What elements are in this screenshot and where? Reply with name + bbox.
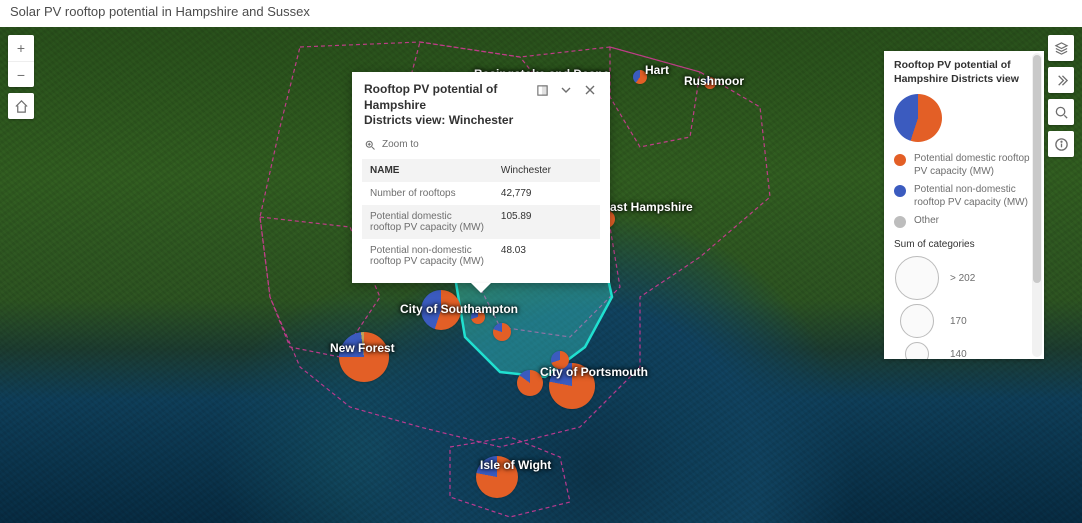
search-icon [1054,105,1069,120]
legend-scrollbar[interactable] [1032,53,1042,357]
zoom-in-button[interactable]: + [8,35,34,61]
legend-size-row: 140 [884,340,1044,359]
attr-name: Number of rooftops [362,182,493,205]
zoom-out-button[interactable]: − [8,61,34,87]
popup-collapse-button[interactable] [558,82,574,98]
popup-col-val: Winchester [493,159,600,182]
attr-name: Potential non-domestic rooftop PV capaci… [362,239,493,273]
district-pie-marker[interactable] [471,310,485,324]
district-pie-marker[interactable] [549,363,595,409]
attr-value: 48.03 [493,239,600,273]
table-row: Potential domestic rooftop PV capacity (… [362,205,600,239]
dock-icon [536,84,549,97]
table-row: Number of rooftops42,779 [362,182,600,205]
attr-value: 42,779 [493,182,600,205]
legend-pie-swatch [894,94,942,142]
popup-col-key: NAME [362,159,493,182]
map-viewport[interactable]: Basingstoke and DeaneHartRushmoorWinches… [0,27,1082,523]
legend-swatch-other [894,216,906,228]
district-pie-marker[interactable] [339,332,389,382]
popup-pointer [471,283,491,293]
district-pie-marker[interactable] [633,70,647,84]
home-button[interactable] [8,93,34,119]
legend-size-circle [895,256,939,300]
legend-size-label: 170 [950,316,967,327]
feature-popup: Rooftop PV potential of HampshireDistric… [352,72,610,283]
legend-size-title: Sum of categories [884,231,1044,254]
legend-scrollbar-thumb[interactable] [1033,55,1041,283]
home-icon [14,99,29,114]
zoom-to-label: Zoom to [382,139,419,150]
district-pie-marker[interactable] [493,323,511,341]
expand-button[interactable] [1048,67,1074,93]
legend-panel: Rooftop PV potential of Hampshire Distri… [884,51,1044,359]
legend-size-label: 140 [950,349,967,359]
info-button[interactable] [1048,131,1074,157]
table-row: Potential non-domestic rooftop PV capaci… [362,239,600,273]
legend-label-nondomestic: Potential non-domestic rooftop PV capaci… [914,184,1034,209]
attr-name: Potential domestic rooftop PV capacity (… [362,205,493,239]
basemap-icon [1054,41,1069,56]
legend-size-label: > 202 [950,273,975,284]
close-icon [584,84,596,96]
district-pie-marker[interactable] [704,77,716,89]
popup-title: Rooftop PV potential of HampshireDistric… [364,82,534,129]
attr-value: 105.89 [493,205,600,239]
district-pie-marker[interactable] [476,456,518,498]
search-button[interactable] [1048,99,1074,125]
legend-size-circle [900,304,934,338]
legend-swatch-nondomestic [894,185,906,197]
zoom-group: + − [8,35,34,87]
popup-dock-button[interactable] [534,82,550,98]
legend-swatch-domestic [894,154,906,166]
page-title: Solar PV rooftop potential in Hampshire … [0,0,1082,27]
legend-title: Rooftop PV potential of Hampshire Distri… [884,51,1044,90]
zoom-to-icon [364,139,376,151]
legend-label-other: Other [914,215,939,228]
basemap-button[interactable] [1048,35,1074,61]
popup-attribute-table: NAME Winchester Number of rooftops42,779… [362,159,600,273]
legend-size-row: 170 [884,302,1044,340]
district-pie-marker[interactable] [551,351,569,369]
popup-zoom-to[interactable]: Zoom to [352,139,610,159]
legend-label-domestic: Potential domestic rooftop PV capacity (… [914,153,1034,178]
expand-right-icon [1054,73,1069,88]
legend-size-circle [905,342,929,359]
popup-close-button[interactable] [582,82,598,98]
district-pie-marker[interactable] [517,370,543,396]
chevron-down-icon [560,84,572,96]
district-pie-marker[interactable] [421,290,461,330]
legend-size-row: > 202 [884,254,1044,302]
info-icon [1054,137,1069,152]
